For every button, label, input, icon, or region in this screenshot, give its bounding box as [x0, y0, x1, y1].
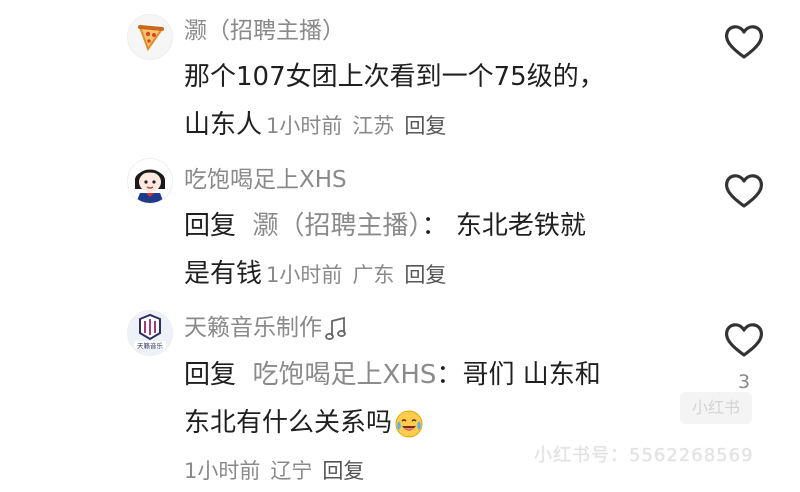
- comment-location: 辽宁: [270, 459, 313, 483]
- comment-text-line: 哥们 山东和: [462, 360, 601, 390]
- avatar[interactable]: [127, 14, 173, 60]
- comment-location: 江苏: [352, 114, 395, 138]
- heart-icon: [724, 174, 764, 208]
- comment-time: 1小时前: [266, 263, 343, 287]
- comment-username[interactable]: 吃饱喝足上XHS: [184, 165, 347, 195]
- cartoon-girl-icon: [128, 159, 172, 203]
- heart-icon: [724, 25, 764, 59]
- reply-button[interactable]: 回复: [322, 459, 364, 483]
- reply-separator: ：: [421, 211, 448, 241]
- reply-button[interactable]: 回复: [404, 114, 446, 138]
- comment-body: 回复 灏（招聘主播）： 东北老铁就 是有钱 1小时前 广东 回复: [184, 202, 684, 299]
- reply-target-username[interactable]: 灏（招聘主播）: [253, 211, 422, 241]
- comment-text-line-with-meta: 山东人 1小时前 江苏 回复: [184, 101, 684, 150]
- comment-text-line-with-emoji: 东北有什么关系吗: [184, 399, 684, 447]
- comment-body: 那个107女团上次看到一个75级的， 山东人 1小时前 江苏 回复: [184, 53, 684, 150]
- comment-text-line-with-reply: 回复 吃饱喝足上XHS：哥们 山东和: [184, 351, 684, 399]
- avatar[interactable]: [127, 158, 173, 204]
- comment-location: 广东: [352, 263, 395, 287]
- reply-separator: ：: [436, 360, 463, 390]
- comment-username[interactable]: 天籁音乐制作: [184, 313, 348, 343]
- comment-body: 回复 吃饱喝足上XHS：哥们 山东和 东北有什么关系吗 1小时前 辽宁 回复: [184, 351, 684, 491]
- comment-text-line-with-reply: 回复 灏（招聘主播）： 东北老铁就: [184, 202, 684, 250]
- avatar-logo-text: 天籁音乐: [137, 341, 164, 350]
- reply-prefix: 回复: [184, 360, 237, 390]
- watermark-text: 小红书号：5562268569: [534, 445, 754, 466]
- like-button[interactable]: [722, 22, 766, 62]
- studio-logo-icon: 天籁音乐: [128, 311, 172, 355]
- like-button[interactable]: [722, 320, 766, 360]
- comment-text-line: 是有钱: [184, 259, 263, 289]
- avatar[interactable]: 天籁音乐: [127, 310, 173, 356]
- music-note-icon: [325, 316, 346, 340]
- comment-time: 1小时前: [184, 459, 261, 483]
- comment-text-line-with-meta: 是有钱 1小时前 广东 回复: [184, 250, 684, 299]
- comment-username-text: 天籁音乐制作: [184, 315, 322, 341]
- reply-prefix: 回复: [184, 211, 237, 241]
- heart-icon: [724, 323, 764, 357]
- comment-text-line: 山东人: [184, 110, 263, 140]
- watermark-logo: 小红书: [680, 392, 752, 424]
- like-button[interactable]: [722, 171, 766, 211]
- comment-meta: 1小时前 广东 回复: [266, 263, 456, 287]
- crying-laughing-emoji-icon: [395, 410, 423, 437]
- like-count: 3: [737, 371, 751, 393]
- comment-meta: 1小时前 江苏 回复: [266, 114, 456, 138]
- comment-time: 1小时前: [266, 114, 343, 138]
- reply-target-username[interactable]: 吃饱喝足上XHS: [253, 360, 437, 390]
- comment-text-line: 东北老铁就: [455, 211, 586, 241]
- comment-username[interactable]: 灏（招聘主播）: [184, 16, 345, 46]
- reply-button[interactable]: 回复: [404, 263, 446, 287]
- comment-text-line: 东北有什么关系吗: [184, 408, 393, 438]
- comment-text-line: 那个107女团上次看到一个75级的，: [184, 62, 605, 92]
- pizza-slice-icon: [128, 15, 172, 59]
